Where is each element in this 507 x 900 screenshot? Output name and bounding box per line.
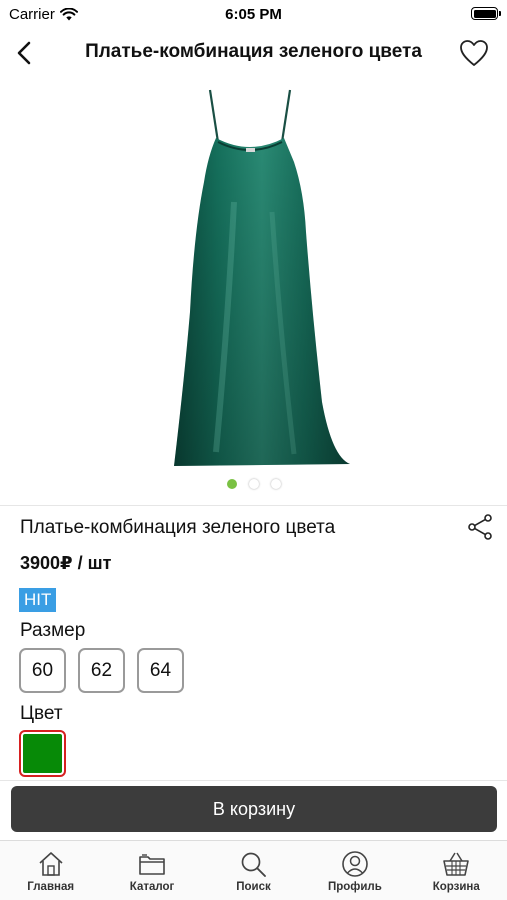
pager-dot[interactable] xyxy=(226,479,237,489)
divider xyxy=(0,780,507,781)
color-swatch-green[interactable] xyxy=(19,730,66,777)
image-pager xyxy=(0,479,507,489)
pager-dot[interactable] xyxy=(248,479,259,489)
tab-label: Поиск xyxy=(236,881,271,893)
share-icon xyxy=(468,514,492,540)
product-name: Платье-комбинация зеленого цвета xyxy=(20,517,336,538)
hit-badge: HIT xyxy=(19,588,57,612)
battery-icon xyxy=(471,7,501,20)
tab-catalog[interactable]: Каталог xyxy=(107,841,197,900)
tab-profile[interactable]: Профиль xyxy=(310,841,400,900)
size-option-62[interactable]: 62 xyxy=(78,648,125,693)
tab-label: Каталог xyxy=(129,881,175,893)
tab-search[interactable]: Поиск xyxy=(208,841,298,900)
tab-home[interactable]: Главная xyxy=(6,841,96,900)
size-options: 60 62 64 xyxy=(19,648,184,693)
profile-icon xyxy=(342,851,368,877)
color-label: Цвет xyxy=(20,703,63,724)
size-option-64[interactable]: 64 xyxy=(137,648,184,693)
page-title: Платье-комбинация зеленого цвета xyxy=(85,41,422,62)
tab-label: Корзина xyxy=(432,881,480,893)
pager-dot[interactable] xyxy=(270,479,281,489)
tab-bar: Главная Каталог Поиск Профиль Корзина xyxy=(0,840,507,900)
divider xyxy=(0,505,507,506)
share-button[interactable] xyxy=(465,512,495,542)
product-image xyxy=(173,89,350,466)
heart-icon xyxy=(460,40,488,66)
tab-cart[interactable]: Корзина xyxy=(411,841,501,900)
status-time: 6:05 PM xyxy=(225,6,282,23)
home-icon xyxy=(39,852,63,876)
status-bar: Carrier 6:05 PM xyxy=(0,0,507,28)
chevron-left-icon xyxy=(17,41,31,65)
search-icon xyxy=(242,852,267,877)
favorite-button[interactable] xyxy=(457,36,491,70)
tab-label: Профиль xyxy=(327,881,382,893)
basket-icon xyxy=(443,852,470,876)
add-to-cart-button[interactable]: В корзину xyxy=(11,786,497,832)
size-label: Размер xyxy=(20,620,86,641)
tab-label: Главная xyxy=(27,881,75,893)
nav-bar: Платье-комбинация зеленого цвета xyxy=(0,28,507,80)
back-button[interactable] xyxy=(8,36,42,70)
product-price: 3900₽ / шт xyxy=(20,553,112,573)
product-image-gallery[interactable] xyxy=(0,82,507,500)
folder-icon xyxy=(139,854,165,875)
size-option-60[interactable]: 60 xyxy=(19,648,66,693)
